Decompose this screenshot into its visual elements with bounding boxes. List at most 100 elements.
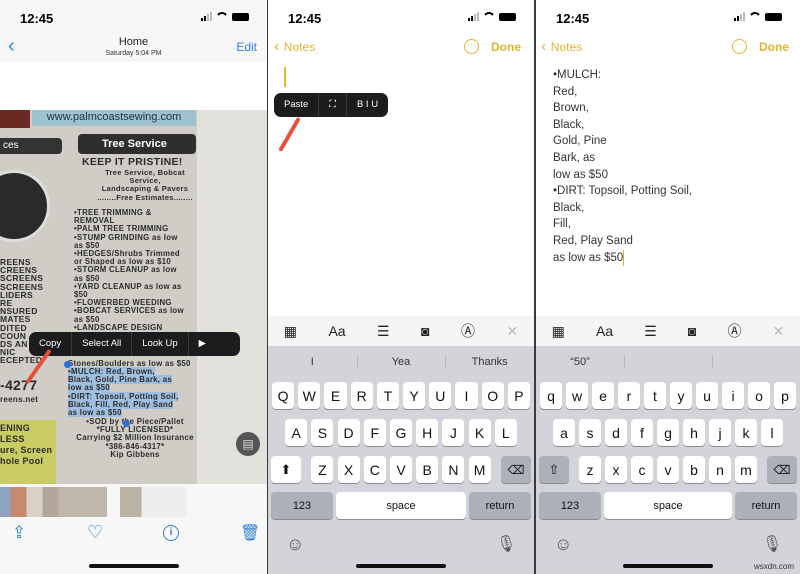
- suggestion[interactable]: Yea: [357, 349, 446, 375]
- key-q[interactable]: Q: [272, 382, 295, 409]
- key-t[interactable]: t: [644, 382, 666, 409]
- backspace-key[interactable]: ⌫: [767, 456, 797, 483]
- key-x[interactable]: X: [337, 456, 360, 483]
- key-d[interactable]: D: [337, 419, 360, 446]
- numbers-key[interactable]: 123: [271, 492, 333, 519]
- key-a[interactable]: a: [553, 419, 575, 446]
- favorite-heart-icon[interactable]: ♡: [87, 522, 103, 543]
- key-y[interactable]: y: [670, 382, 692, 409]
- select-all-menu-item[interactable]: Select All: [72, 332, 133, 356]
- key-r[interactable]: r: [618, 382, 640, 409]
- numbers-key[interactable]: 123: [539, 492, 601, 519]
- shift-key[interactable]: ⇧: [539, 456, 569, 483]
- emoji-icon[interactable]: ☺: [286, 534, 304, 555]
- suggestion[interactable]: “50”: [536, 349, 624, 375]
- backspace-key[interactable]: ⌫: [501, 456, 531, 483]
- note-body[interactable]: •MULCH: Red, Brown, Black, Gold, Pine Bark, a…: [553, 67, 692, 267]
- key-e[interactable]: E: [324, 382, 347, 409]
- checklist-icon[interactable]: ☰: [377, 323, 390, 340]
- key-v[interactable]: V: [389, 456, 413, 483]
- key-u[interactable]: u: [696, 382, 718, 409]
- shift-key[interactable]: ⬆: [271, 456, 301, 483]
- key-d[interactable]: d: [605, 419, 627, 446]
- format-biu-menu-item[interactable]: B I U: [347, 93, 388, 117]
- microphone-icon[interactable]: 🎙: [762, 534, 782, 554]
- key-v[interactable]: v: [657, 456, 679, 483]
- checklist-icon[interactable]: ☰: [644, 323, 657, 340]
- more-options-icon[interactable]: ···: [464, 39, 479, 54]
- key-f[interactable]: f: [631, 419, 653, 446]
- scan-text-icon[interactable]: ⛶: [319, 93, 347, 117]
- key-m[interactable]: m: [735, 456, 757, 483]
- suggestion[interactable]: Thanks: [445, 349, 534, 375]
- back-to-notes-button[interactable]: ‹ Notes: [541, 38, 582, 56]
- selection-start-handle[interactable]: [64, 361, 71, 368]
- key-u[interactable]: U: [429, 382, 452, 409]
- selection-end-handle[interactable]: [123, 420, 130, 427]
- more-options-icon[interactable]: ···: [732, 39, 747, 54]
- trash-icon[interactable]: 🗑: [240, 523, 260, 543]
- key-z[interactable]: Z: [311, 456, 334, 483]
- done-button[interactable]: Done: [491, 40, 521, 54]
- camera-icon[interactable]: ◙: [421, 323, 429, 339]
- format-text-button[interactable]: Aa: [596, 323, 613, 339]
- space-key[interactable]: space: [336, 492, 466, 519]
- return-key[interactable]: return: [735, 492, 797, 519]
- look-up-menu-item[interactable]: Look Up: [132, 332, 189, 356]
- camera-icon[interactable]: ◙: [688, 323, 696, 339]
- key-z[interactable]: z: [579, 456, 601, 483]
- key-t[interactable]: T: [376, 382, 399, 409]
- close-icon[interactable]: ✕: [773, 323, 785, 340]
- done-button[interactable]: Done: [759, 40, 789, 54]
- live-text-button[interactable]: ▤: [236, 432, 260, 456]
- table-icon[interactable]: ▦: [284, 323, 297, 340]
- selected-text[interactable]: •MULCH: Red, Brown, Black, Gold, Pine Bar…: [68, 367, 202, 418]
- markup-icon[interactable]: Ⓐ: [461, 321, 475, 341]
- suggestion[interactable]: [712, 349, 800, 375]
- key-b[interactable]: B: [416, 456, 439, 483]
- edit-button[interactable]: Edit: [236, 40, 257, 54]
- key-i[interactable]: i: [722, 382, 744, 409]
- space-key[interactable]: space: [604, 492, 732, 519]
- thumbnail-strip[interactable]: [0, 487, 267, 517]
- key-q[interactable]: q: [540, 382, 562, 409]
- key-c[interactable]: c: [631, 456, 653, 483]
- key-g[interactable]: G: [389, 419, 413, 446]
- key-j[interactable]: j: [709, 419, 731, 446]
- key-r[interactable]: R: [350, 382, 373, 409]
- key-x[interactable]: x: [605, 456, 627, 483]
- close-icon[interactable]: ✕: [506, 323, 518, 340]
- suggestion[interactable]: [624, 349, 712, 375]
- markup-icon[interactable]: Ⓐ: [728, 321, 742, 341]
- info-icon[interactable]: i: [163, 525, 179, 541]
- key-h[interactable]: h: [683, 419, 705, 446]
- emoji-icon[interactable]: ☺: [554, 534, 572, 555]
- suggestion[interactable]: I: [268, 349, 357, 375]
- key-f[interactable]: F: [363, 419, 386, 446]
- more-menu-arrow[interactable]: ▶: [189, 332, 216, 356]
- key-a[interactable]: A: [285, 419, 308, 446]
- key-y[interactable]: Y: [403, 382, 426, 409]
- key-s[interactable]: s: [579, 419, 601, 446]
- microphone-icon[interactable]: 🎙: [496, 534, 516, 554]
- key-b[interactable]: b: [683, 456, 705, 483]
- back-to-notes-button[interactable]: ‹ Notes: [274, 38, 315, 56]
- key-n[interactable]: N: [442, 456, 465, 483]
- key-n[interactable]: n: [709, 456, 731, 483]
- key-j[interactable]: J: [442, 419, 465, 446]
- key-w[interactable]: w: [566, 382, 588, 409]
- key-k[interactable]: k: [735, 419, 757, 446]
- key-l[interactable]: L: [494, 419, 517, 446]
- key-k[interactable]: K: [468, 419, 491, 446]
- table-icon[interactable]: ▦: [552, 323, 565, 340]
- key-p[interactable]: P: [507, 382, 530, 409]
- format-text-button[interactable]: Aa: [328, 323, 345, 339]
- paste-menu-item[interactable]: Paste: [274, 93, 320, 117]
- share-icon[interactable]: ⇪: [12, 523, 26, 543]
- return-key[interactable]: return: [469, 492, 531, 519]
- key-c[interactable]: C: [363, 456, 386, 483]
- key-m[interactable]: M: [468, 456, 491, 483]
- key-e[interactable]: e: [592, 382, 614, 409]
- key-p[interactable]: p: [774, 382, 796, 409]
- key-s[interactable]: S: [311, 419, 334, 446]
